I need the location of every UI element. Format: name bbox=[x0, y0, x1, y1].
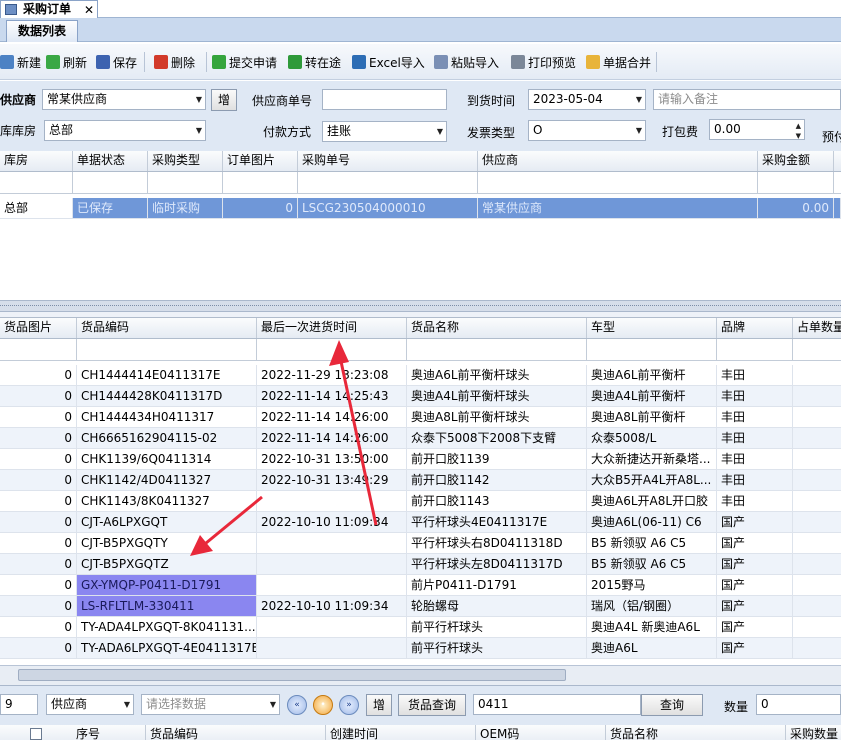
annotation-arrow-down bbox=[199, 495, 263, 550]
annotation-arrowhead-down bbox=[190, 535, 213, 556]
annotation-arrow-up bbox=[337, 351, 378, 526]
annotation-arrowhead-up bbox=[329, 340, 349, 366]
annotation-arrows bbox=[190, 340, 378, 556]
